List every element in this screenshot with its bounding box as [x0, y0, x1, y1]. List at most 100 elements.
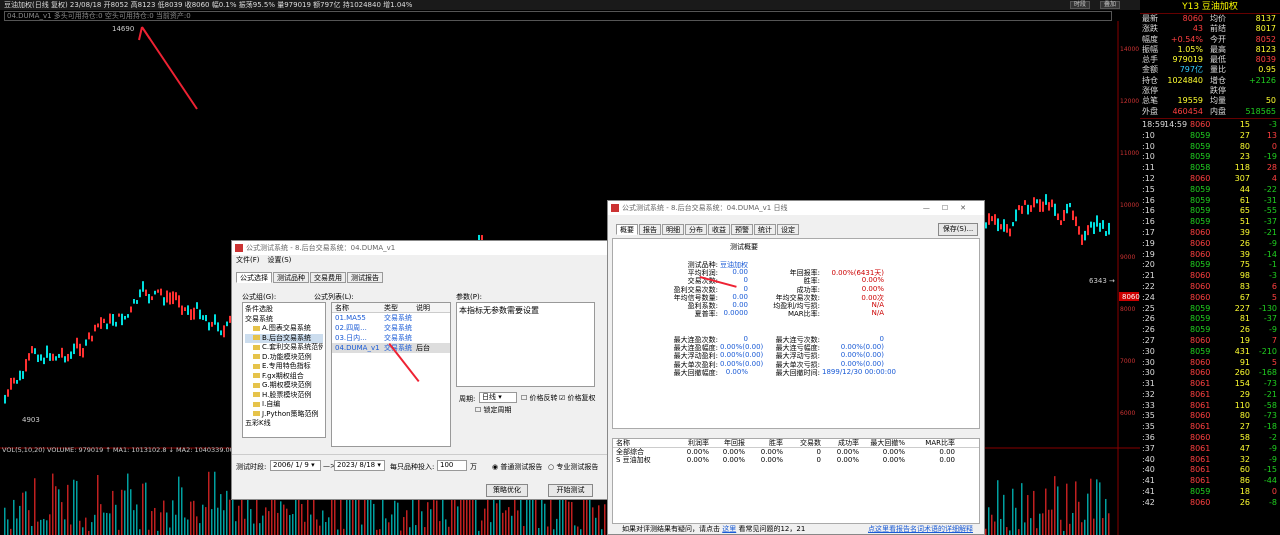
group-item[interactable]: I.自编	[245, 400, 323, 410]
menu-settings[interactable]: 设置(S)	[268, 256, 292, 264]
col-header[interactable]: 年回报	[709, 439, 745, 446]
result-tab[interactable]: 统计	[754, 224, 776, 235]
tab-trading-fee[interactable]: 交易费用	[310, 272, 346, 283]
col-name[interactable]: 名称	[332, 303, 384, 312]
date-to-field[interactable]: 2023/ 8/18 ▾	[334, 460, 385, 471]
col-header[interactable]: 最大回撤%	[859, 439, 905, 446]
price-reverse-checkbox[interactable]: ☐ 价格反转	[521, 393, 558, 403]
pro-report-label: 专业测试报告	[556, 463, 599, 471]
result-tab[interactable]: 明细	[662, 224, 684, 235]
volume-bar	[160, 512, 162, 535]
normal-report-radio[interactable]: ◉ 普通测试报告	[492, 462, 542, 472]
tick-cell: 227	[1234, 303, 1250, 313]
volume-bar	[343, 528, 345, 535]
result-tab[interactable]: 分布	[685, 224, 707, 235]
per-instrument-input[interactable]: 100	[437, 460, 467, 471]
volume-bar	[121, 489, 123, 535]
tick-row: :37 8061 47 -9	[1140, 444, 1280, 455]
formula-row[interactable]: 01.MA55 交易系统	[332, 313, 450, 323]
price-adjust-checkbox[interactable]: ☑ 价格复权	[559, 393, 596, 403]
result-tab[interactable]: 报告	[639, 224, 661, 235]
col-type[interactable]: 类型	[384, 303, 416, 312]
volume-bar	[1054, 476, 1056, 535]
group-item[interactable]: C.套利交易系统范例	[245, 343, 323, 353]
group-item[interactable]: J.Python策略范例	[245, 410, 323, 420]
formula-row[interactable]: 03.日内... 交易系统	[332, 333, 450, 343]
date-from-field[interactable]: 2006/ 1/ 9 ▾	[270, 460, 321, 471]
formula-list[interactable]: 名称 类型 说明 01.MA55 交易系统 02.四周... 交易系统 03.日内...…	[331, 302, 451, 447]
faq-link[interactable]: 这里	[722, 525, 736, 533]
lock-period-checkbox[interactable]: ☐ 锁定周期	[475, 405, 512, 415]
group-item[interactable]: B.后台交易系统	[245, 333, 323, 343]
save-button[interactable]: 保存(S)...	[938, 223, 978, 236]
formula-type: 交易系统	[384, 334, 412, 342]
quote-cell: 今开	[1210, 34, 1226, 44]
start-test-button[interactable]: 开始测试	[548, 484, 593, 497]
quote-row: 外盘 460454 内盘 518565	[1140, 107, 1280, 117]
tick-cell: 8061	[1190, 465, 1211, 475]
volume-bar	[502, 512, 504, 535]
group-item[interactable]: E.专用特色指标	[245, 362, 323, 372]
volume-bar	[259, 523, 261, 535]
tab-test-instrument[interactable]: 测试品种	[273, 272, 309, 283]
result-tab[interactable]: 预警	[731, 224, 753, 235]
group-item[interactable]: A.图表交易系统	[245, 324, 323, 334]
volume-bar	[532, 494, 534, 535]
folder-icon	[253, 411, 260, 416]
result-tab[interactable]: 设定	[777, 224, 799, 235]
group-item[interactable]: 条件选股	[245, 305, 323, 315]
group-item[interactable]: F.gx期权组合	[245, 372, 323, 382]
quote-cell: 持仓	[1142, 75, 1158, 85]
menu-file[interactable]: 文件(F)	[236, 256, 260, 264]
pro-report-radio[interactable]: ○ 专业测试报告	[548, 462, 598, 472]
col-header[interactable]: 利润率	[669, 439, 709, 446]
summary-cell: 0.00	[732, 268, 748, 277]
col-desc[interactable]: 说明	[416, 303, 446, 312]
group-item[interactable]: D.功能模块范例	[245, 353, 323, 363]
result-table[interactable]: 名称 利润率 年回报 胜率 交易数 成功率 最大回撤% MAR比率全部综合 0.00% 0.00%…	[612, 438, 980, 524]
window-controls[interactable]: —☐✕	[923, 201, 978, 215]
candle	[1006, 224, 1008, 233]
group-item[interactable]: 交易系统	[245, 315, 323, 325]
params-box[interactable]: 本指标无参数需要设置	[456, 302, 595, 387]
group-item[interactable]: H.股票模块范例	[245, 391, 323, 401]
period-button[interactable]: 时段	[1069, 1, 1090, 9]
tick-cell: 14:59	[1164, 119, 1188, 129]
volume-bar	[67, 484, 69, 535]
tick-cell: :10	[1142, 130, 1155, 140]
group-item[interactable]: 五彩K线	[245, 419, 323, 429]
tick-list[interactable]: 18:59 14:59 8060 15 -3:10 8059 27 13:10 8059 80 0:…	[1140, 120, 1280, 509]
strategy-optimize-button[interactable]: 策略优化	[486, 484, 528, 497]
volume-bar	[1036, 528, 1038, 535]
formula-test-window[interactable]: 公式测试系统 - 8.后台交易系统：04.DUMA_v1 文件(F) 设置(S) …	[231, 240, 609, 500]
volume-bar	[601, 529, 603, 535]
overlay-button[interactable]: 叠加	[1099, 1, 1120, 9]
tab-formula-select[interactable]: 公式选择	[236, 272, 272, 283]
quote-cell: 19559	[1177, 96, 1203, 106]
formula-group-tree[interactable]: 条件选股 交易系统 A.图表交易系统 B.后台交易系统 C.套利交易系统范例 D.功能模块…	[242, 302, 326, 438]
volume-bar	[1033, 490, 1035, 535]
tab-test-report[interactable]: 测试报告	[347, 272, 383, 283]
tick-cell: 8060	[1190, 497, 1211, 507]
result-table-row[interactable]: 全部综合 0.00% 0.00% 0.00% 0 0.00% 0.00% 0.00	[613, 448, 979, 457]
tick-cell: 8059	[1190, 130, 1211, 140]
tick-cell: :36	[1142, 433, 1155, 443]
formula-name: 01.MA55	[335, 314, 366, 322]
tick-row: :19 8060 39 -14	[1140, 250, 1280, 261]
col-header[interactable]: 交易数	[783, 439, 821, 446]
group-item[interactable]: G.期权模块范例	[245, 381, 323, 391]
period-select[interactable]: 日线 ▾	[479, 392, 517, 403]
candle	[55, 356, 57, 361]
formula-row[interactable]: 02.四周... 交易系统	[332, 323, 450, 333]
test-result-window[interactable]: 公式测试系统 - 8.后台交易系统：04.DUMA_v1 日线 —☐✕ 概要 报告明…	[607, 200, 985, 535]
col-header[interactable]: MAR比率	[905, 439, 955, 446]
col-header[interactable]: 胜率	[745, 439, 783, 446]
result-table-row[interactable]: S 豆油加权 0.00% 0.00% 0.00% 0 0.00% 0.00% 0.00	[613, 456, 979, 465]
quote-cell: 最低	[1210, 55, 1226, 65]
volume-bar	[988, 507, 990, 535]
result-tab[interactable]: 收益	[708, 224, 730, 235]
glossary-link[interactable]: 点这里看报告名词术语的详细解释	[868, 524, 973, 534]
result-tab[interactable]: 概要	[616, 224, 638, 235]
col-header[interactable]: 名称	[613, 439, 669, 446]
col-header[interactable]: 成功率	[821, 439, 859, 446]
